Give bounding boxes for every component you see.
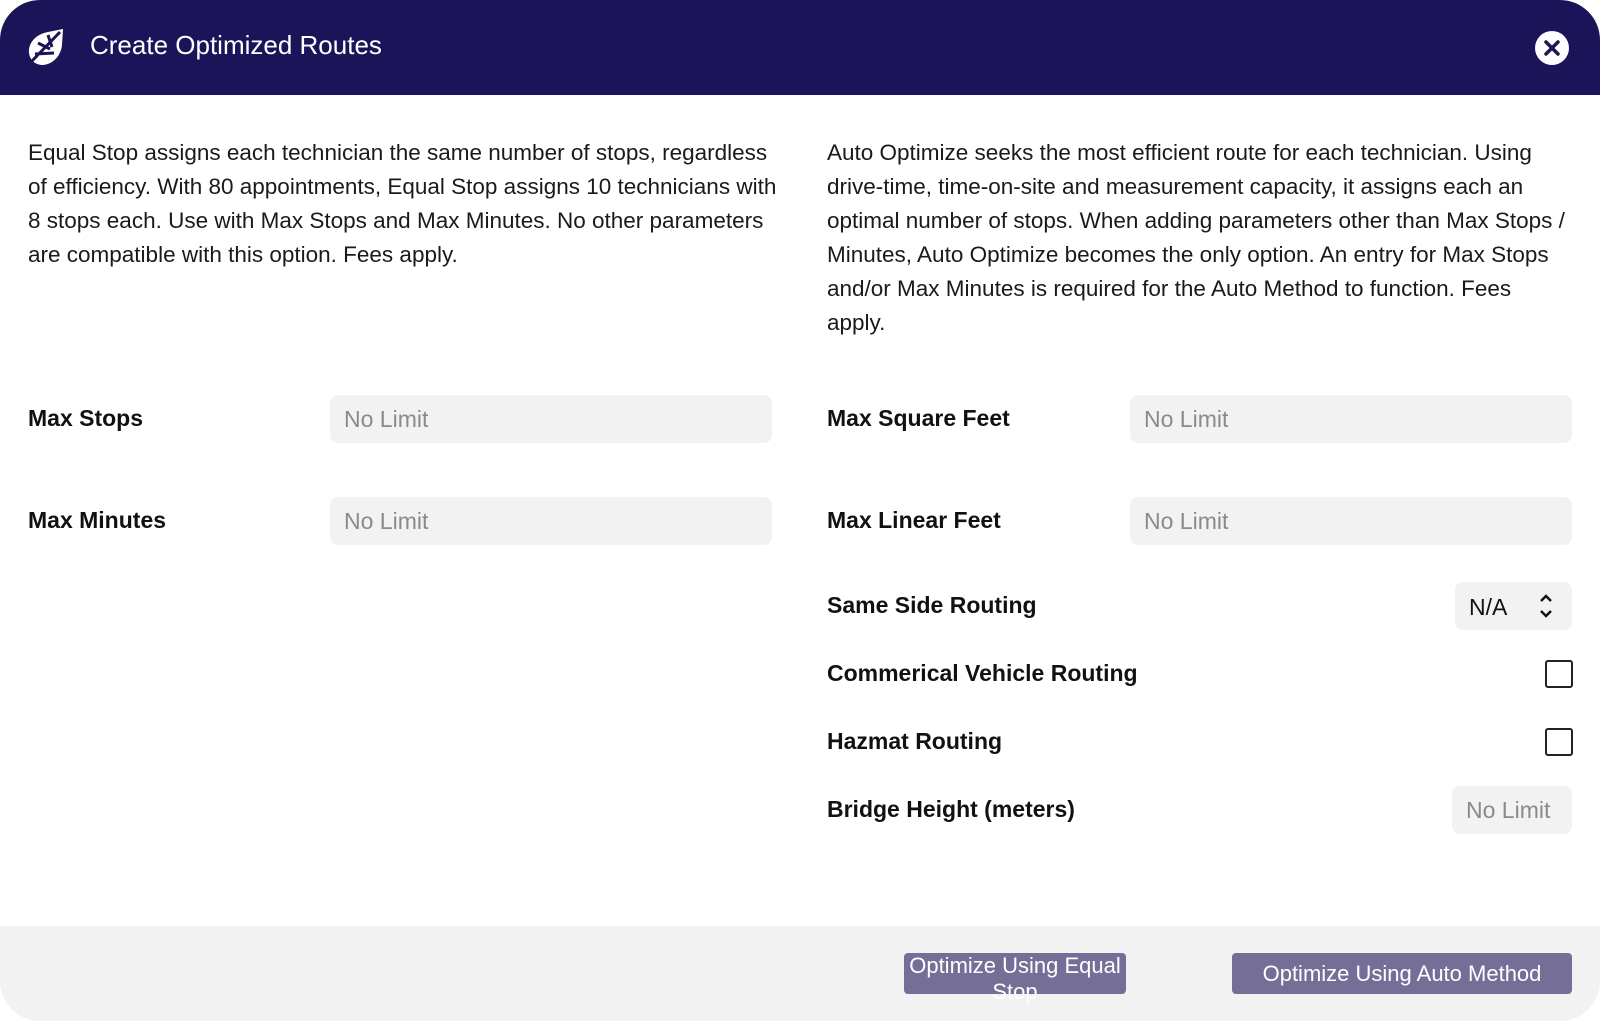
- max-linear-feet-label: Max Linear Feet: [827, 507, 1001, 533]
- hazmat-routing-label: Hazmat Routing: [827, 728, 1003, 754]
- max-stops-label: Max Stops: [28, 405, 144, 431]
- max-linear-feet-input[interactable]: [1130, 497, 1572, 545]
- create-optimized-routes-dialog: Create Optimized Routes Equal Stop assig…: [0, 0, 1600, 1021]
- commercial-vehicle-routing-checkbox[interactable]: [1545, 660, 1573, 688]
- max-minutes-label: Max Minutes: [28, 507, 167, 533]
- same-side-routing-select[interactable]: N/A: [1455, 582, 1572, 630]
- max-square-feet-input[interactable]: [1130, 395, 1572, 443]
- chevron-up-down-icon: [1540, 594, 1552, 618]
- bridge-height-label: Bridge Height (meters): [827, 796, 1075, 822]
- max-minutes-input[interactable]: [330, 497, 772, 545]
- same-side-routing-label: Same Side Routing: [827, 592, 1037, 618]
- leaf-logo-icon: [28, 29, 63, 65]
- max-stops-input[interactable]: [330, 395, 772, 443]
- same-side-routing-value: N/A: [1469, 594, 1508, 620]
- dialog-header: Create Optimized Routes: [0, 0, 1600, 95]
- close-button[interactable]: [1535, 31, 1569, 65]
- optimize-equal-stop-button[interactable]: Optimize Using Equal Stop: [904, 953, 1126, 1004]
- hazmat-routing-checkbox[interactable]: [1545, 728, 1573, 756]
- auto-optimize-description: Auto Optimize seeks the most efficient r…: [827, 140, 1565, 335]
- commercial-vehicle-routing-label: Commerical Vehicle Routing: [827, 660, 1138, 686]
- close-icon: [1544, 40, 1560, 56]
- equal-stop-description: Equal Stop assigns each technician the s…: [28, 140, 777, 267]
- optimize-auto-method-button[interactable]: Optimize Using Auto Method: [1232, 953, 1572, 994]
- dialog-title: Create Optimized Routes: [90, 30, 382, 60]
- max-square-feet-label: Max Square Feet: [827, 405, 1010, 431]
- bridge-height-input[interactable]: [1452, 786, 1572, 834]
